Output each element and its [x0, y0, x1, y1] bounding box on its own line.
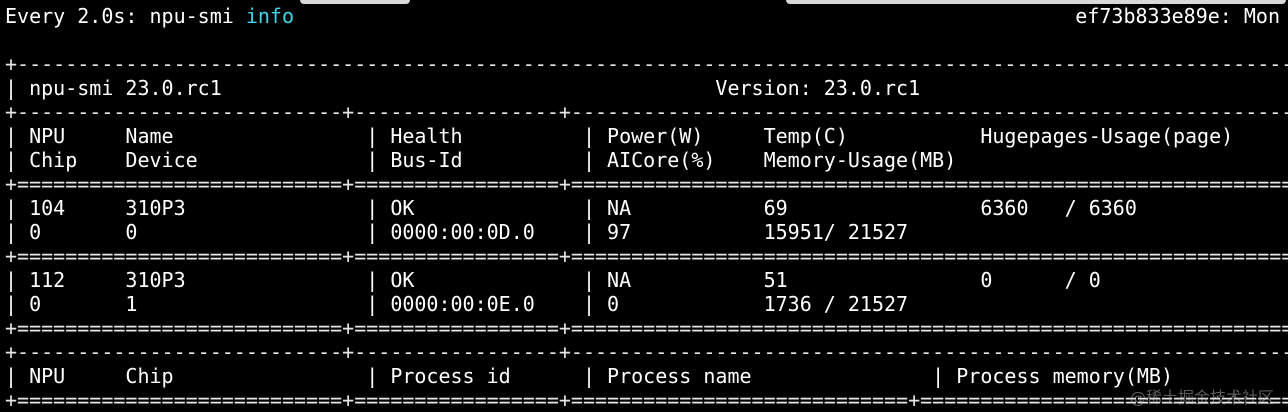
terminal-output: Every 2.0s: npu-smi info ef73b833e89e: M… — [5, 4, 1288, 412]
table-line: +===========================+===========… — [5, 244, 1288, 268]
table-line: +===========================+===========… — [5, 172, 1288, 196]
table-line: +---------------------------+-----------… — [5, 340, 1288, 364]
table-line: +---------------------------+-----------… — [5, 100, 1288, 124]
watermark: @稀土掘金技术社区 — [1129, 388, 1274, 407]
watch-keyword: info — [245, 4, 294, 28]
watch-prefix: Every 2.0s: npu-smi — [5, 4, 246, 28]
table-line: | NPU Chip | Process id | Process name |… — [5, 364, 1173, 388]
table-line: +===========================+===========… — [5, 388, 1288, 412]
watch-command-line: Every 2.0s: npu-smi info — [5, 4, 294, 28]
table-line: +---------------------------------------… — [5, 52, 1288, 76]
table-line: | Chip Device | Bus-Id | AICore(%) Memor… — [5, 148, 957, 172]
table-line: | 0 0 | 0000:00:0D.0 | 97 15951/ 21527 | — [5, 220, 909, 244]
table-line: | 0 1 | 0000:00:0E.0 | 0 1736 / 21527 | — [5, 292, 909, 316]
host-status: ef73b833e89e: Mon — [1075, 4, 1280, 28]
table-line: | 104 310P3 | OK | NA 69 6360 / 6360 | — [5, 196, 1137, 220]
table-line: | NPU Name | Health | Power(W) Temp(C) H… — [5, 124, 1234, 148]
table-line: | 112 310P3 | OK | NA 51 0 / 0 | — [5, 268, 1101, 292]
table-line: | npu-smi 23.0.rc1 Version: 23.0.rc1 | — [5, 76, 921, 100]
table-line: +===========================+===========… — [5, 316, 1288, 340]
